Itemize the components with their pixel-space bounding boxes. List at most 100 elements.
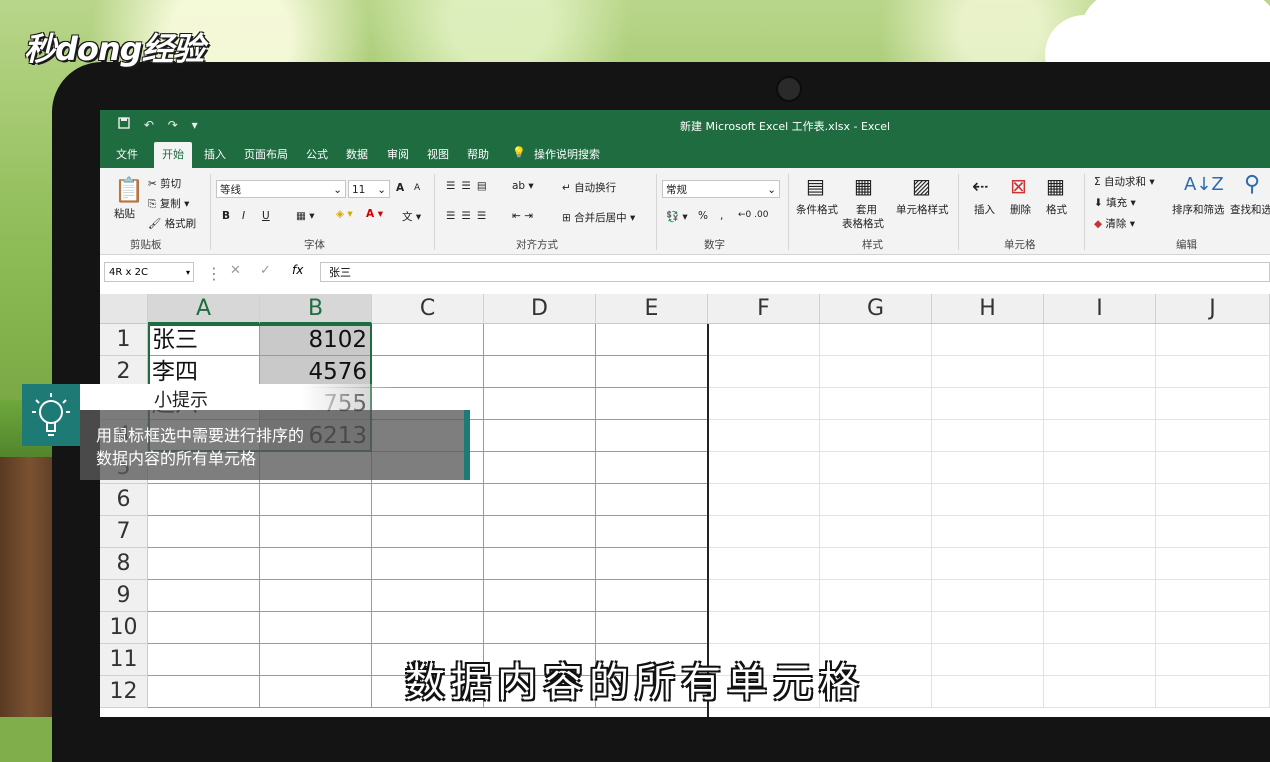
cell-i7[interactable] — [1044, 516, 1156, 548]
cell-e4[interactable] — [596, 420, 708, 452]
cell-d7[interactable] — [484, 516, 596, 548]
cell-c6[interactable] — [372, 484, 484, 516]
cell-f3[interactable] — [708, 388, 820, 420]
cell-j8[interactable] — [1156, 548, 1270, 580]
column-header-g[interactable]: G — [820, 294, 932, 324]
cell-e6[interactable] — [596, 484, 708, 516]
cell-i6[interactable] — [1044, 484, 1156, 516]
row-header-6[interactable]: 6 — [100, 484, 148, 516]
cell-h3[interactable] — [932, 388, 1044, 420]
cell-g8[interactable] — [820, 548, 932, 580]
cell-f8[interactable] — [708, 548, 820, 580]
cell-i10[interactable] — [1044, 612, 1156, 644]
horizontal-align-icons[interactable]: ☰☰☰ — [446, 210, 492, 222]
cell-h7[interactable] — [932, 516, 1044, 548]
sort-filter-button[interactable]: 排序和筛选 — [1172, 202, 1225, 217]
tab-data[interactable]: 数据 — [346, 146, 368, 162]
cell-d3[interactable] — [484, 388, 596, 420]
tell-me-search[interactable]: 操作说明搜索 — [534, 146, 600, 162]
underline-button[interactable]: U — [262, 210, 270, 222]
cell-j6[interactable] — [1156, 484, 1270, 516]
cell-a7[interactable] — [148, 516, 260, 548]
cell-e2[interactable] — [596, 356, 708, 388]
cell-d6[interactable] — [484, 484, 596, 516]
cell-e1[interactable] — [596, 324, 708, 356]
cell-i3[interactable] — [1044, 388, 1156, 420]
cell-g2[interactable] — [820, 356, 932, 388]
cell-h6[interactable] — [932, 484, 1044, 516]
paste-icon[interactable]: 📋 — [114, 176, 144, 204]
column-header-c[interactable]: C — [372, 294, 484, 324]
cell-c7[interactable] — [372, 516, 484, 548]
orientation-icon[interactable]: ab ▾ — [512, 180, 534, 192]
indent-icons[interactable]: ⇤ ⇥ — [512, 210, 533, 222]
cell-a10[interactable] — [148, 612, 260, 644]
comma-button[interactable]: , — [720, 210, 723, 222]
cell-j5[interactable] — [1156, 452, 1270, 484]
fill-button[interactable]: ⬇ 填充 ▾ — [1094, 195, 1136, 210]
cell-j10[interactable] — [1156, 612, 1270, 644]
delete-cells-button[interactable]: 删除 — [1010, 202, 1031, 217]
cell-d8[interactable] — [484, 548, 596, 580]
cell-b7[interactable] — [260, 516, 372, 548]
tab-review[interactable]: 审阅 — [387, 146, 409, 162]
cell-c1[interactable] — [372, 324, 484, 356]
column-header-a[interactable]: A — [148, 294, 260, 324]
format-cells-button[interactable]: 格式 — [1046, 202, 1067, 217]
cell-e8[interactable] — [596, 548, 708, 580]
customize-qat-icon[interactable]: ▾ — [192, 118, 198, 132]
find-select-button[interactable]: 查找和选 — [1230, 202, 1270, 217]
cell-b9[interactable] — [260, 580, 372, 612]
font-color-icon[interactable]: A ▾ — [366, 208, 383, 220]
tab-file[interactable]: 文件 — [116, 146, 138, 162]
cell-e3[interactable] — [596, 388, 708, 420]
cell-g10[interactable] — [820, 612, 932, 644]
cell-e9[interactable] — [596, 580, 708, 612]
cell-e10[interactable] — [596, 612, 708, 644]
font-name-select[interactable]: 等线 ⌄ — [216, 180, 346, 198]
decimal-icons[interactable]: ←0 .00 — [738, 210, 768, 220]
row-header-8[interactable]: 8 — [100, 548, 148, 580]
merge-center-button[interactable]: ⊞ 合并后居中 ▾ — [562, 210, 635, 225]
cell-h8[interactable] — [932, 548, 1044, 580]
cell-a8[interactable] — [148, 548, 260, 580]
redo-icon[interactable]: ↷ — [168, 118, 178, 132]
tab-formulas[interactable]: 公式 — [306, 146, 328, 162]
undo-icon[interactable]: ↶ — [144, 118, 154, 132]
cell-b6[interactable] — [260, 484, 372, 516]
cell-h5[interactable] — [932, 452, 1044, 484]
phonetic-icon[interactable]: 文 ▾ — [402, 209, 421, 224]
cell-a6[interactable] — [148, 484, 260, 516]
cell-c8[interactable] — [372, 548, 484, 580]
save-icon[interactable] — [118, 117, 134, 132]
row-header-1[interactable]: 1 — [100, 324, 148, 356]
bold-button[interactable]: B — [222, 210, 230, 222]
column-header-e[interactable]: E — [596, 294, 708, 324]
cell-g7[interactable] — [820, 516, 932, 548]
cell-g9[interactable] — [820, 580, 932, 612]
cell-b1[interactable]: 8102 — [260, 324, 372, 356]
formula-input[interactable]: 张三 — [320, 262, 1270, 282]
currency-icon[interactable]: 💱 ▾ — [666, 210, 688, 223]
conditional-format-button[interactable]: 条件格式 — [796, 202, 838, 217]
cancel-icon[interactable]: ✕ — [230, 263, 241, 278]
paste-button[interactable]: 粘贴 — [114, 206, 135, 221]
cell-d10[interactable] — [484, 612, 596, 644]
column-header-j[interactable]: J — [1156, 294, 1270, 324]
percent-button[interactable]: % — [698, 210, 708, 222]
cell-e7[interactable] — [596, 516, 708, 548]
cell-a9[interactable] — [148, 580, 260, 612]
cell-f6[interactable] — [708, 484, 820, 516]
format-painter-button[interactable]: 🖌 格式刷 — [148, 216, 196, 231]
insert-function-button[interactable]: fx — [292, 263, 303, 277]
cell-h2[interactable] — [932, 356, 1044, 388]
cell-f5[interactable] — [708, 452, 820, 484]
cell-h10[interactable] — [932, 612, 1044, 644]
cell-d5[interactable] — [484, 452, 596, 484]
border-icon[interactable]: ▦ ▾ — [296, 210, 315, 222]
fill-color-icon[interactable]: ◈ ▾ — [336, 208, 353, 220]
cell-b10[interactable] — [260, 612, 372, 644]
cell-d1[interactable] — [484, 324, 596, 356]
cell-h4[interactable] — [932, 420, 1044, 452]
number-format-select[interactable]: 常规 ⌄ — [662, 180, 780, 198]
